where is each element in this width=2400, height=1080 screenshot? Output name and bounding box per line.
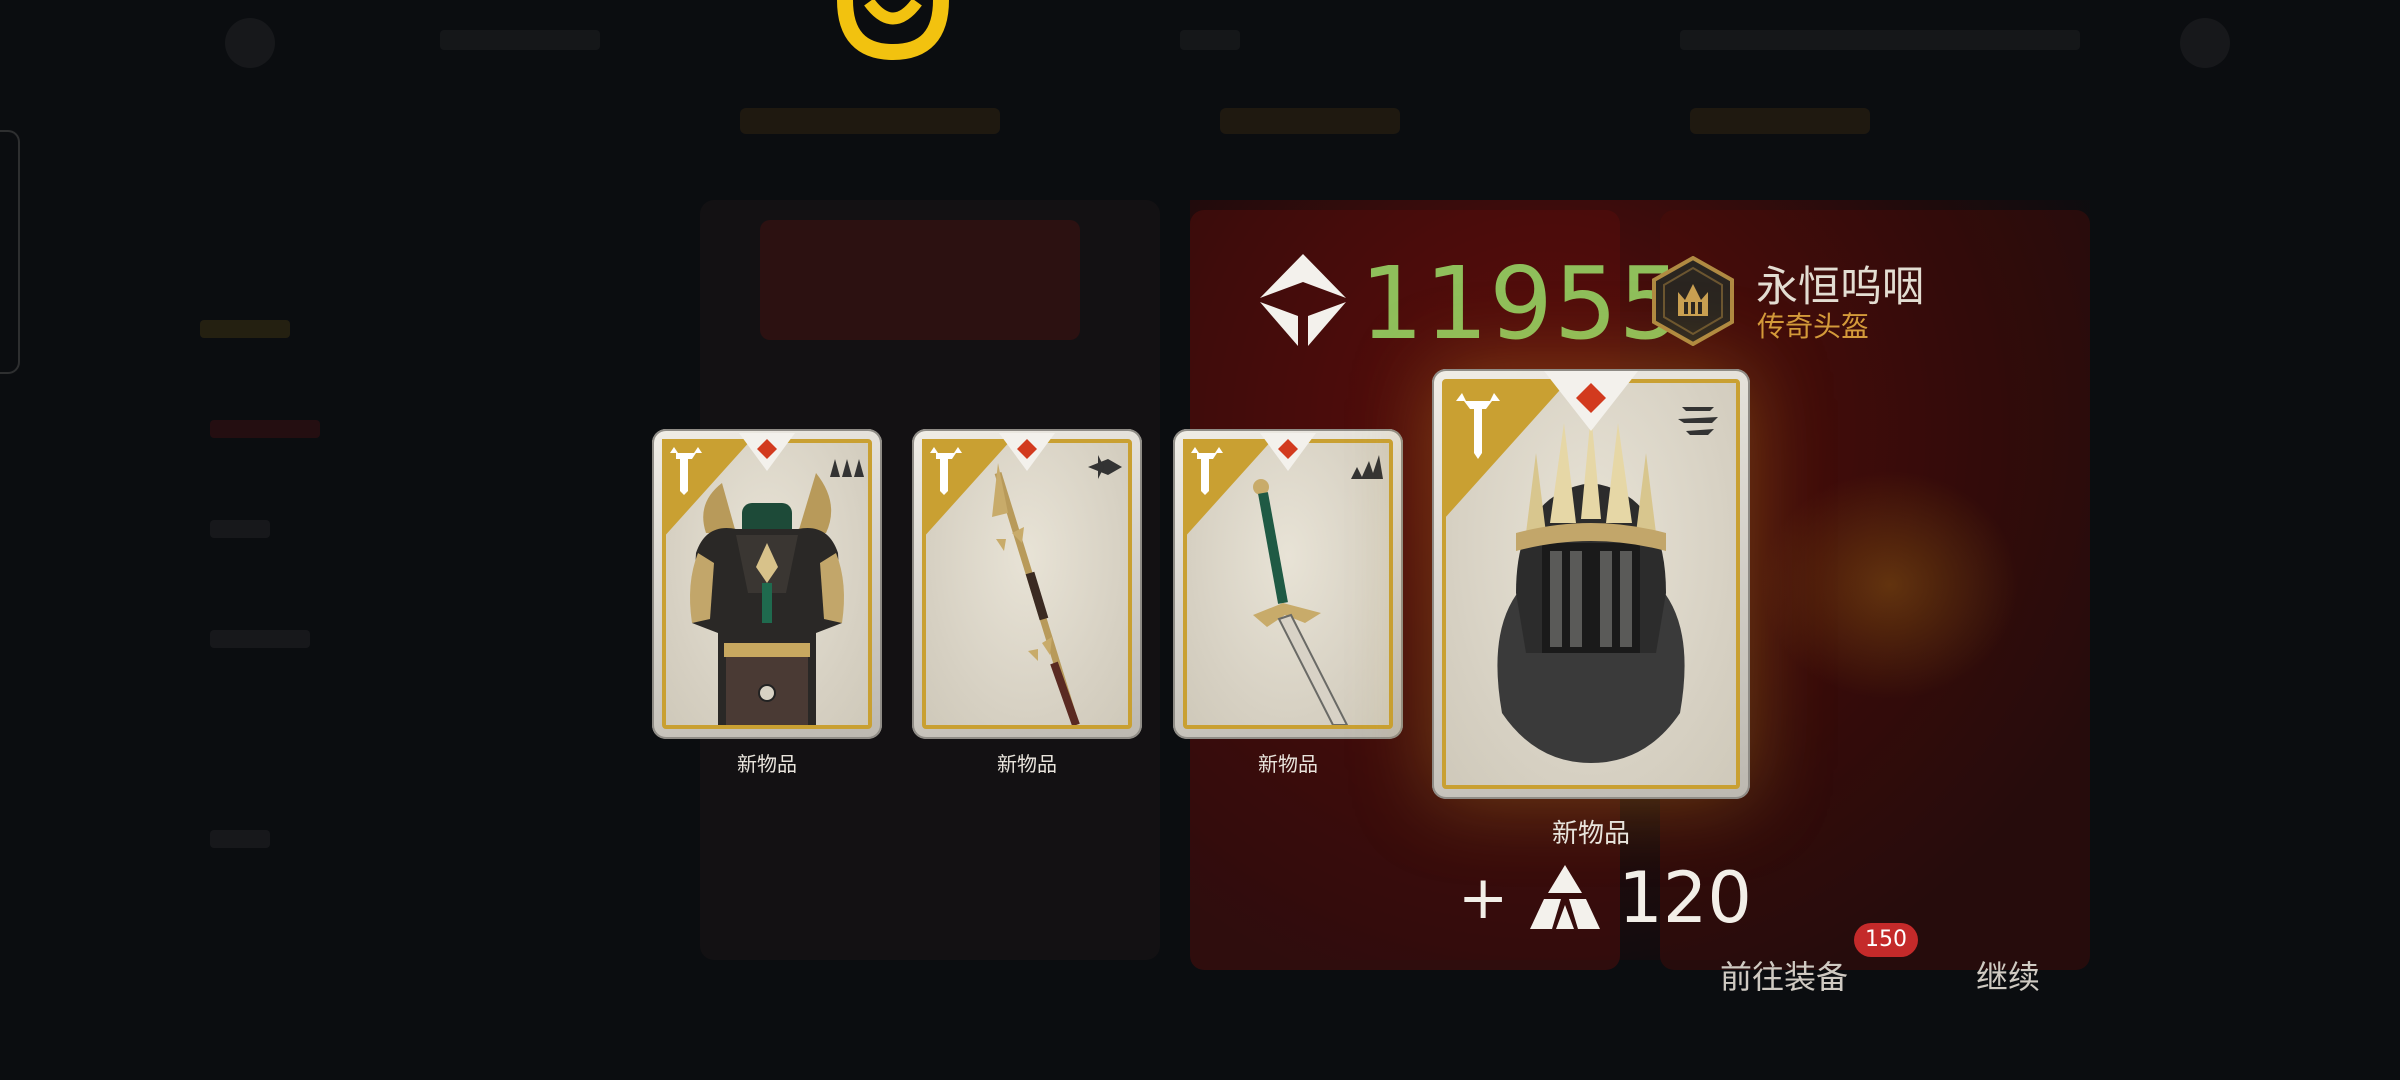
reward-value: 120	[1618, 857, 1752, 939]
item-name: 永恒呜咽	[1756, 262, 1925, 311]
notification-badge: 150	[1854, 923, 1918, 957]
steel-reward: + 120	[1458, 858, 1752, 938]
steel-total: 11955	[1360, 245, 1684, 362]
speed-lines-icon	[1678, 407, 1718, 435]
item-card-sword[interactable]	[1173, 429, 1403, 739]
item-card-armor[interactable]	[652, 429, 882, 739]
legendary-corner-emblem	[922, 439, 1012, 539]
item-card-helmet-featured[interactable]	[1432, 369, 1750, 799]
continue-button[interactable]: 继续	[1976, 957, 2040, 997]
rarity-diamond-icon	[999, 433, 1055, 471]
steel-reward-icon	[1530, 865, 1601, 929]
card-caption: 新物品	[997, 752, 1057, 776]
card-caption: 新物品	[1258, 752, 1318, 776]
legendary-corner-emblem	[1183, 439, 1273, 539]
pierce-icon	[1088, 455, 1122, 479]
reward-plus: +	[1458, 863, 1509, 933]
chop-icon	[1351, 455, 1383, 479]
legendary-corner-emblem	[662, 439, 752, 539]
steel-currency-icon	[1260, 254, 1346, 346]
rarity-diamond-icon	[739, 433, 795, 471]
rarity-diamond-icon	[1260, 433, 1316, 471]
item-rarity-type: 传奇头盔	[1757, 310, 1870, 343]
item-card-spear[interactable]	[912, 429, 1142, 739]
game-logo-icon	[837, 0, 949, 60]
go-to-equip-button[interactable]: 前往装备	[1720, 957, 1848, 997]
legendary-rank-badge-icon	[1652, 256, 1734, 346]
weight-heavy-icon	[830, 459, 864, 477]
side-tab	[0, 130, 20, 374]
rarity-diamond-icon	[1544, 371, 1638, 431]
card-caption: 新物品	[1551, 819, 1630, 849]
card-caption: 新物品	[737, 752, 797, 776]
